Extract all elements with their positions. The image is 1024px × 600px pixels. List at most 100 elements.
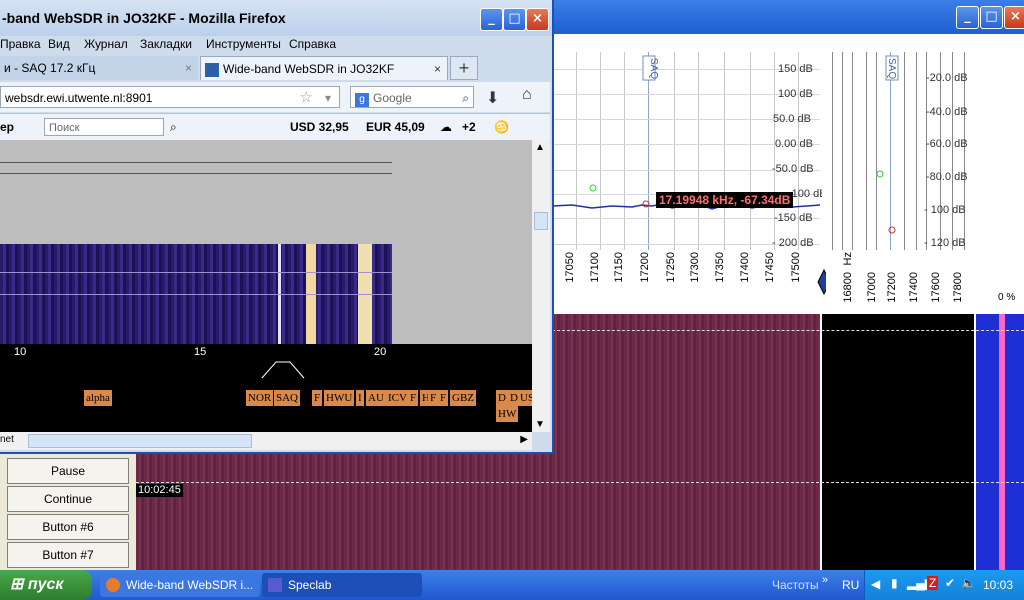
- channel-label[interactable]: NOR: [246, 390, 274, 406]
- cloud-icon: ☁: [440, 120, 452, 134]
- new-tab-button[interactable]: +: [450, 56, 478, 80]
- y-label: - 100 dB: [924, 204, 966, 216]
- maximize-button[interactable]: □: [503, 8, 526, 31]
- channel-label[interactable]: F: [438, 390, 449, 406]
- channel-label[interactable]: SAQ: [274, 390, 301, 406]
- google-icon[interactable]: g: [355, 93, 369, 107]
- channel-label[interactable]: HW: [496, 406, 519, 422]
- saq-marker: SAQ: [648, 58, 659, 80]
- minimize-button[interactable]: _: [480, 8, 503, 31]
- channel-label[interactable]: F: [408, 390, 419, 406]
- vertical-scrollbar[interactable]: ▲ ▼: [532, 140, 550, 432]
- x-tick: 16800: [842, 272, 854, 303]
- x-tick: 17450: [764, 252, 776, 283]
- x-tick: 17400: [739, 252, 751, 283]
- waterfall-zoom[interactable]: [822, 314, 974, 570]
- level-line: [999, 314, 1005, 570]
- websdr-favicon-icon: [205, 62, 219, 77]
- download-icon[interactable]: ⬇: [486, 88, 499, 108]
- url-text: websdr.ewi.utwente.nl:8901: [5, 91, 153, 105]
- clock[interactable]: 10:03: [983, 578, 1013, 592]
- channel-label[interactable]: I: [356, 390, 364, 406]
- menu-bookmarks[interactable]: Закладки: [140, 37, 192, 51]
- frequency-scale[interactable]: 17050 17100 17150 17200 17250 17300 1735…: [552, 250, 831, 314]
- channel-label[interactable]: D: [496, 390, 508, 406]
- y-label: - 200 dB: [772, 237, 814, 249]
- status-text: net: [0, 434, 14, 445]
- channel-label[interactable]: alpha: [84, 390, 112, 406]
- search-icon[interactable]: ⌕: [170, 120, 177, 135]
- frequency-scale-zoom[interactable]: Hz 16800 17000 17200 17400 17600 17800: [826, 250, 976, 314]
- toolbar-left-label[interactable]: ер: [0, 120, 14, 134]
- tab-saq[interactable]: и - SAQ 17.2 кГц ×: [0, 56, 198, 80]
- channel-label[interactable]: AU: [366, 390, 386, 406]
- close-button[interactable]: ×: [1004, 6, 1024, 29]
- y-label: -100 dB: [788, 188, 827, 200]
- x-tick: 17000: [866, 272, 878, 303]
- scroll-up-icon[interactable]: ▲: [535, 142, 545, 153]
- speclab-button-panel: Pause Continue Button #6 Button #7: [0, 452, 136, 570]
- start-button[interactable]: ⊞ пуск: [0, 570, 92, 600]
- x-tick: 17500: [790, 252, 802, 283]
- scroll-right-icon[interactable]: ▶: [520, 434, 528, 445]
- channel-label[interactable]: ICV: [386, 390, 409, 406]
- menu-help[interactable]: Справка: [289, 37, 336, 51]
- search-icon[interactable]: ⌕: [462, 87, 469, 109]
- y-label: -50.0 dB: [772, 163, 814, 175]
- x-tick: 17200: [639, 252, 651, 283]
- start-label: пуск: [27, 576, 64, 593]
- menu-edit[interactable]: Правка: [0, 37, 41, 51]
- websdr-frequency-axis[interactable]: 10 15 20: [0, 344, 532, 432]
- speclab-icon: [268, 578, 282, 592]
- maximize-button[interactable]: □: [980, 6, 1003, 29]
- x-tick: 17100: [589, 252, 601, 283]
- continue-button[interactable]: Continue: [7, 486, 129, 512]
- close-button[interactable]: ×: [526, 8, 549, 31]
- antivirus-icon[interactable]: Z: [927, 576, 939, 590]
- language-indicator[interactable]: RU: [842, 578, 859, 592]
- menu-history[interactable]: Журнал: [84, 37, 128, 51]
- menu-tools[interactable]: Инструменты: [206, 37, 281, 51]
- button-7[interactable]: Button #7: [7, 542, 129, 568]
- firefox-window: -band WebSDR in JO32KF - Mozilla Firefox…: [0, 0, 554, 454]
- toolbar-search-input[interactable]: Поиск: [44, 118, 164, 136]
- taskbar-speclab[interactable]: Speclab: [262, 573, 422, 597]
- channel-label[interactable]: F: [428, 390, 439, 406]
- tray-toolbar-label[interactable]: Частоты: [772, 578, 819, 592]
- menu-view[interactable]: Вид: [48, 37, 70, 51]
- tab-websdr[interactable]: Wide-band WebSDR in JO32KF ×: [200, 56, 448, 80]
- pause-button[interactable]: Pause: [7, 458, 129, 484]
- scroll-down-icon[interactable]: ▼: [535, 419, 545, 430]
- minimize-button[interactable]: _: [956, 6, 979, 29]
- taskbar-firefox[interactable]: Wide-band WebSDR i...: [100, 573, 260, 597]
- url-bar[interactable]: websdr.ewi.utwente.nl:8901 ☆ ▾: [0, 86, 340, 108]
- channel-label[interactable]: GBZ: [450, 390, 476, 406]
- tab-label: и - SAQ 17.2 кГц: [4, 61, 96, 75]
- channel-label[interactable]: F: [312, 390, 323, 406]
- system-tray: ◀ ▮ ▂▄▆ Z ✔ 🔈 10:03: [864, 570, 1024, 600]
- x-tick: 17150: [613, 252, 625, 283]
- channel-label[interactable]: HWU: [324, 390, 355, 406]
- scroll-thumb[interactable]: [28, 434, 252, 448]
- security-icon[interactable]: ✔: [945, 576, 955, 590]
- y-label: - 120 dB: [924, 237, 966, 249]
- tab-close-icon[interactable]: ×: [434, 57, 441, 81]
- spectrum-plot[interactable]: SAQ 150 dB 100 dB 50.0 dB 0.00 dB -50.0 …: [552, 52, 827, 250]
- show-hidden-icon[interactable]: ◀: [871, 577, 880, 591]
- y-label: 50.0 dB: [773, 113, 811, 125]
- star-icon[interactable]: ☆: [300, 87, 313, 109]
- spectrum-plot-zoom[interactable]: SAQ -20.0 dB -40.0 dB -60.0 dB -80.0 dB …: [822, 52, 974, 250]
- y-label: 100 dB: [778, 88, 813, 100]
- tab-close-icon[interactable]: ×: [185, 56, 192, 80]
- volume-icon[interactable]: 🔈: [961, 576, 976, 590]
- button-6[interactable]: Button #6: [7, 514, 129, 540]
- chevron-icon[interactable]: »: [822, 574, 828, 586]
- battery-icon[interactable]: ▮: [891, 576, 898, 590]
- y-label: -20.0 dB: [926, 72, 968, 84]
- home-icon[interactable]: ⌂: [522, 86, 532, 104]
- y-label: 150 dB: [778, 63, 813, 75]
- dropdown-icon[interactable]: ▾: [325, 87, 331, 109]
- websdr-waterfall[interactable]: [0, 244, 392, 344]
- search-bar[interactable]: g Google ⌕: [350, 86, 474, 108]
- horoscope-icon[interactable]: ♋: [494, 120, 509, 134]
